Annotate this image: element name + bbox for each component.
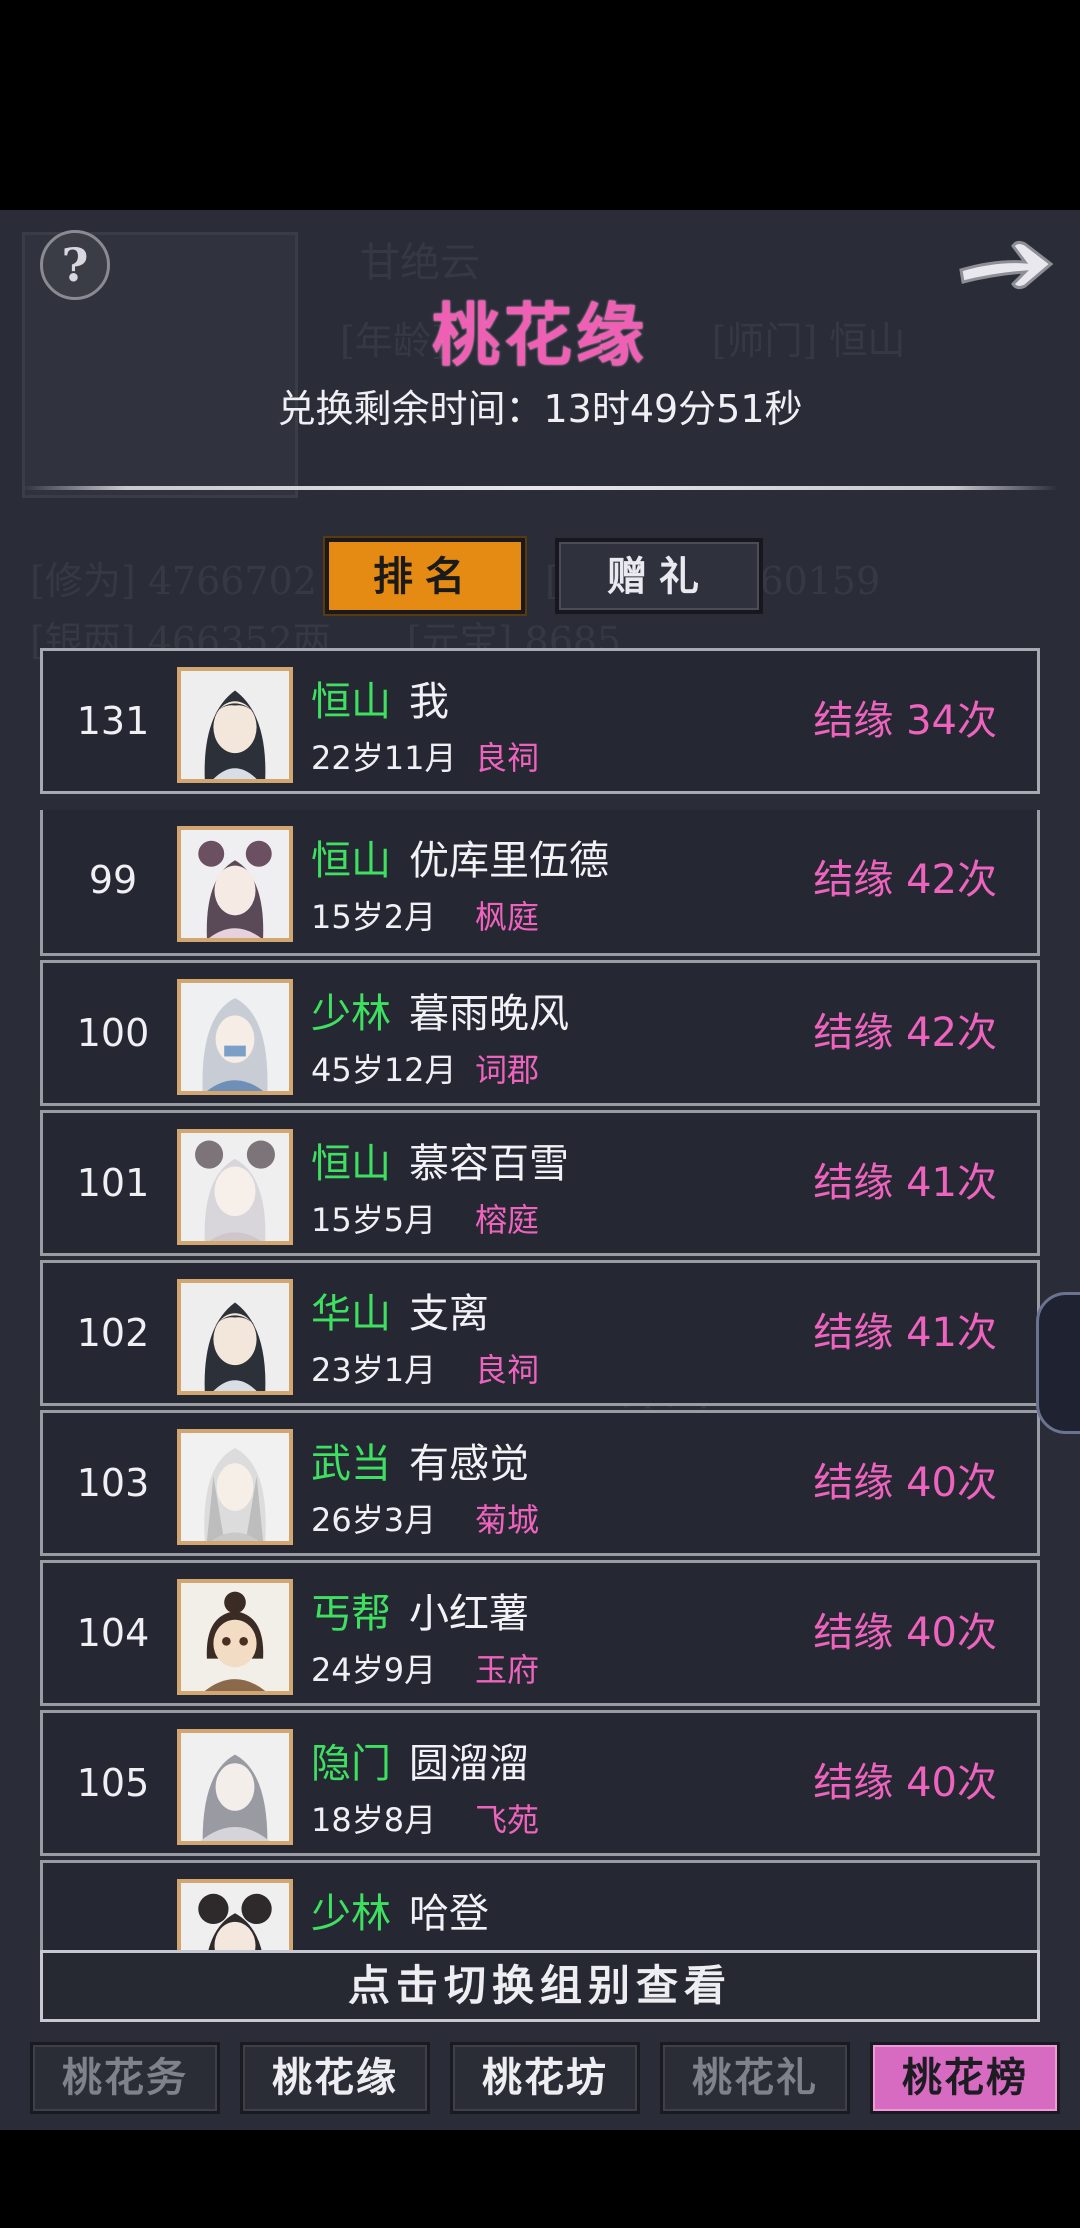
list-item[interactable]: 102 华山 支离 23岁1月 良祠 结缘 41次 <box>40 1260 1040 1406</box>
navigation-bar-area <box>0 2130 1080 2228</box>
player-age: 26岁3月 <box>311 1501 437 1539</box>
bond-count: 结缘 41次 <box>813 1310 997 1356</box>
sect-label: 恒山 <box>311 838 391 884</box>
rank-number: 104 <box>76 1611 150 1655</box>
player-age: 15岁2月 <box>311 898 437 936</box>
nav-tab-taohuali[interactable]: 桃花礼 <box>660 2042 850 2114</box>
player-place: 飞苑 <box>475 1801 540 1839</box>
player-age: 18岁8月 <box>311 1801 437 1839</box>
avatar <box>177 1729 293 1845</box>
player-place: 玉府 <box>475 1651 540 1689</box>
tab-gift[interactable]: 赠礼 <box>555 538 763 614</box>
sect-label: 华山 <box>311 1291 391 1337</box>
exchange-timer: 兑换剩余时间：13时49分51秒 <box>277 387 803 431</box>
player-name: 哈登 <box>409 1891 489 1937</box>
player-place: 榕庭 <box>475 1201 540 1239</box>
rank-number: 102 <box>76 1311 150 1355</box>
page-title: 桃花缘 <box>431 296 648 376</box>
sect-label: 少林 <box>311 991 391 1037</box>
rank-number: 101 <box>76 1161 150 1205</box>
list-item[interactable]: 103 武当 有感觉 26岁3月 菊城 结缘 40次 <box>40 1410 1040 1556</box>
bond-count: 结缘 40次 <box>813 1610 997 1656</box>
player-age: 23岁1月 <box>311 1351 437 1389</box>
player-place: 良祠 <box>475 739 540 777</box>
sect-label: 武当 <box>311 1441 391 1487</box>
player-name: 暮雨晚风 <box>409 991 569 1037</box>
player-place: 菊城 <box>475 1501 540 1539</box>
rank-number: 131 <box>76 699 150 743</box>
taohua-panel: 甘绝云 [年龄] [师门] 恒山 [修为] 4766702 [实战] 13576… <box>0 210 1080 2130</box>
player-place: 词郡 <box>475 1051 540 1089</box>
bond-count: 结缘 41次 <box>813 1160 997 1206</box>
status-bar-area <box>0 0 1080 210</box>
avatar <box>177 1579 293 1695</box>
player-age: 24岁9月 <box>311 1651 437 1689</box>
nav-tab-taohuafang[interactable]: 桃花坊 <box>450 2042 640 2114</box>
player-name: 支离 <box>409 1291 489 1337</box>
sect-label: 少林 <box>311 1891 391 1937</box>
list-item[interactable]: 99 恒山 优库里伍德 15岁2月 枫庭 结缘 42次 <box>40 810 1040 956</box>
bond-count: 结缘 40次 <box>813 1460 997 1506</box>
list-item[interactable]: 100 少林 暮雨晚风 45岁12月 词郡 结缘 42次 <box>40 960 1040 1106</box>
avatar <box>177 667 293 783</box>
nav-tab-taohuayuan[interactable]: 桃花缘 <box>240 2042 430 2114</box>
player-name: 我 <box>409 679 449 725</box>
list-item[interactable]: 105 隐门 圆溜溜 18岁8月 飞苑 结缘 40次 <box>40 1710 1040 1856</box>
nav-tab-taohuawu[interactable]: 桃花务 <box>30 2042 220 2114</box>
tab-ranking[interactable]: 排名 <box>325 538 525 614</box>
player-name: 圆溜溜 <box>409 1741 529 1787</box>
avatar <box>177 1279 293 1395</box>
sect-label: 丐帮 <box>311 1591 391 1637</box>
side-floating-tab[interactable] <box>1036 1292 1080 1434</box>
player-name: 优库里伍德 <box>409 838 609 884</box>
rank-number: 99 <box>88 858 138 902</box>
rank-number: 105 <box>76 1761 150 1805</box>
rank-number: 100 <box>76 1011 150 1055</box>
bond-count: 结缘 42次 <box>813 857 997 903</box>
player-age: 45岁12月 <box>311 1051 457 1089</box>
player-age: 22岁11月 <box>311 739 457 777</box>
player-name: 慕容百雪 <box>409 1141 569 1187</box>
player-name: 有感觉 <box>409 1441 529 1487</box>
my-rank-row[interactable]: 131 恒山 我 22岁11月 良祠 结缘 34次 <box>40 648 1040 794</box>
switch-group-button[interactable]: 点击切换组别查看 <box>40 1950 1040 2022</box>
sect-label: 恒山 <box>311 1141 391 1187</box>
player-place: 良祠 <box>475 1351 540 1389</box>
list-item[interactable]: 101 恒山 慕容百雪 15岁5月 榕庭 结缘 41次 <box>40 1110 1040 1256</box>
avatar <box>177 979 293 1095</box>
sect-label: 恒山 <box>311 679 391 725</box>
rank-number: 103 <box>76 1461 150 1505</box>
player-place: 枫庭 <box>475 898 540 936</box>
avatar <box>177 1429 293 1545</box>
avatar <box>177 826 293 942</box>
header-divider <box>22 486 1058 490</box>
list-item[interactable]: 104 丐帮 小红薯 24岁9月 玉府 结缘 40次 <box>40 1560 1040 1706</box>
sect-label: 隐门 <box>311 1741 391 1787</box>
bond-count: 结缘 40次 <box>813 1760 997 1806</box>
player-name: 小红薯 <box>409 1591 529 1637</box>
avatar <box>177 1129 293 1245</box>
ranking-list[interactable]: 99 恒山 优库里伍德 15岁2月 枫庭 结缘 42次 100 少林 暮雨晚风 … <box>0 810 1080 2130</box>
bond-count: 结缘 42次 <box>813 1010 997 1056</box>
bond-count: 结缘 34次 <box>813 698 997 744</box>
player-age: 15岁5月 <box>311 1201 437 1239</box>
nav-tab-taohuabang[interactable]: 桃花榜 <box>870 2042 1060 2114</box>
